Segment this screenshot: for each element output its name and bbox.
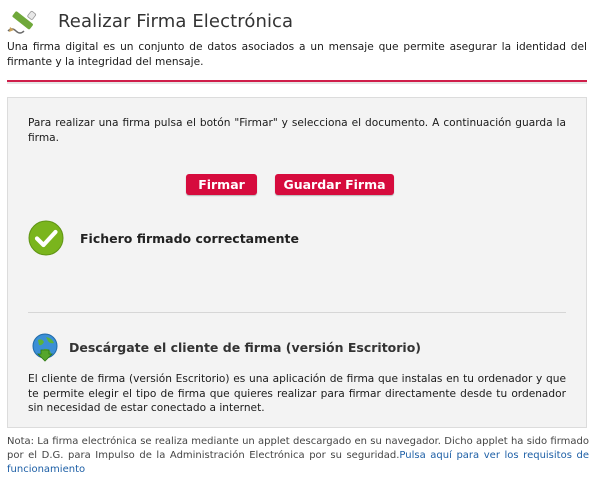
page-title: Realizar Firma Electrónica	[58, 11, 294, 32]
save-signature-button[interactable]: Guardar Firma	[275, 174, 394, 195]
signature-panel: Para realizar una firma pulsa el botón "…	[7, 97, 587, 428]
instruction-text: Para realizar una firma pulsa el botón "…	[28, 117, 566, 144]
footer-note: Nota: La firma electrónica se realiza me…	[7, 435, 589, 477]
section-divider	[28, 312, 566, 313]
pencil-sign-icon	[7, 10, 37, 34]
header-divider	[7, 78, 587, 84]
globe-download-icon	[32, 333, 58, 362]
client-download-title[interactable]: Descárgate el cliente de firma (versión …	[69, 340, 421, 355]
status-message: Fichero firmado correctamente	[80, 231, 299, 246]
intro-text: Una firma digital es un conjunto de dato…	[7, 41, 587, 68]
page-header: Realizar Firma Electrónica	[0, 0, 596, 40]
sign-button[interactable]: Firmar	[186, 174, 257, 195]
client-description: El cliente de firma (versión Escritorio)…	[28, 373, 566, 414]
checkmark-circle-icon	[28, 220, 64, 256]
divider-shadow	[7, 82, 587, 84]
